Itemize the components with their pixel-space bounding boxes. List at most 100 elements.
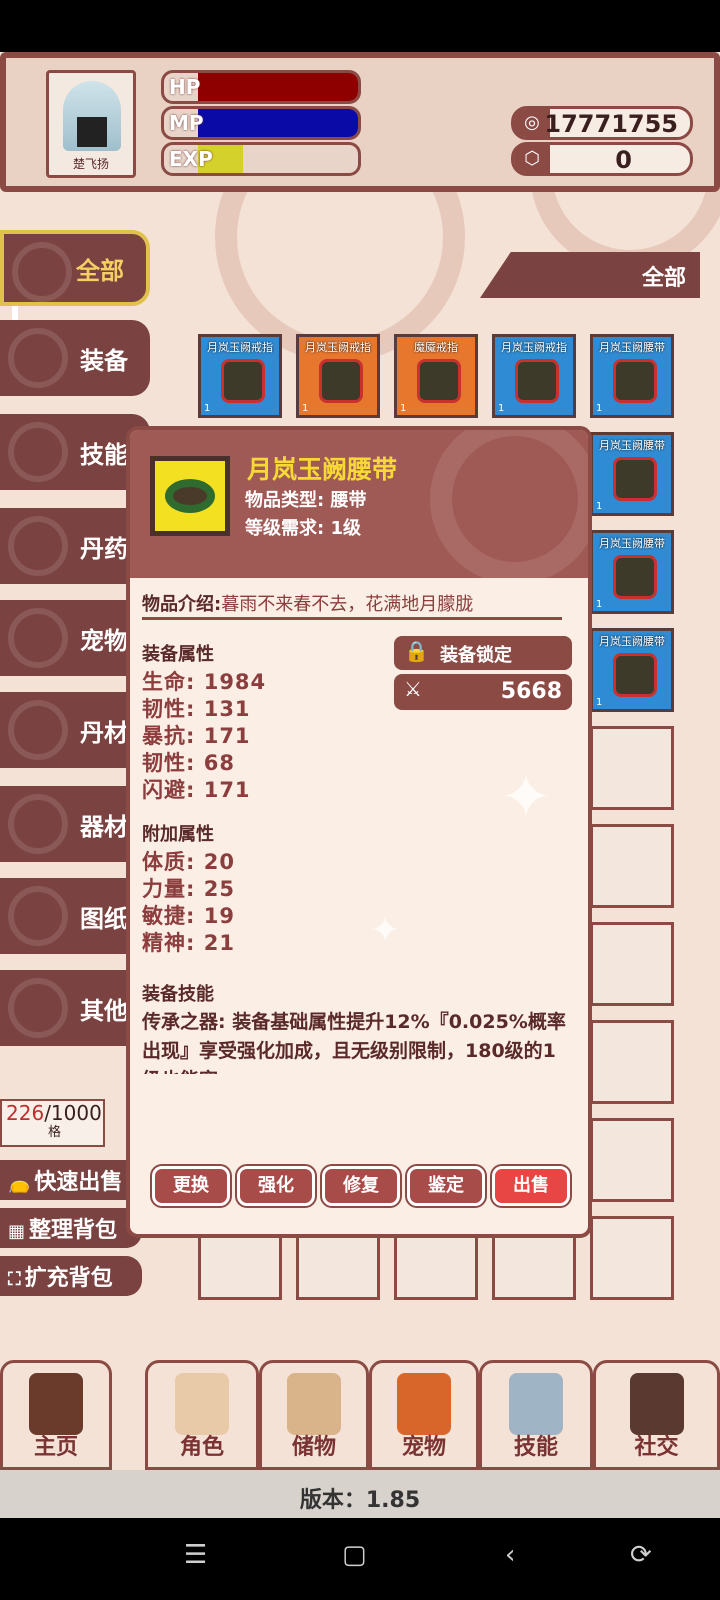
bottom-navigation: 主页 角色 储物 宠物 技能 社交	[0, 1360, 720, 1470]
mp-bar: MP	[161, 106, 361, 140]
game-screen: 楚飞扬 HP MP EXP ◎ 17771755 ⬡ 0 全部 装备 技能 丹药…	[0, 52, 720, 1518]
header-emblem	[430, 430, 588, 584]
nav-skills[interactable]: 技能	[479, 1360, 593, 1470]
rotate-icon[interactable]: ⟳	[630, 1540, 652, 1570]
expand-bag-button[interactable]: ⛶ 扩充背包	[0, 1256, 142, 1296]
inventory-slot[interactable]: 月岚玉阙腰带 1	[590, 334, 674, 418]
level-requirement: 等级需求: 1级	[245, 518, 361, 539]
belt-icon	[613, 359, 657, 403]
handshake-icon	[629, 1373, 684, 1435]
item-name: 月岚玉阙戒指	[501, 341, 567, 354]
mp-fill	[198, 109, 358, 137]
inventory-slot[interactable]: 月岚玉阙腰带 1	[590, 432, 674, 516]
item-intro: 物品介绍:暮雨不来春不去，花满地月朦胧	[142, 590, 562, 620]
equip-attr: 韧性: 68	[142, 751, 235, 775]
equipment-lock-button[interactable]: 🔒 装备锁定	[394, 636, 572, 670]
replace-button[interactable]: 更换	[152, 1166, 230, 1206]
nav-home[interactable]: 主页	[0, 1360, 112, 1470]
gem-icon: ⬡	[514, 145, 550, 173]
dialog-header: 月岚玉阙腰带 物品类型: 腰带 等级需求: 1级	[130, 430, 588, 584]
player-header: 楚飞扬 HP MP EXP ◎ 17771755 ⬡ 0	[0, 52, 720, 192]
item-count: 1	[400, 403, 407, 414]
item-name: 月岚玉阙腰带	[599, 635, 665, 648]
empty-slot[interactable]	[590, 1020, 674, 1104]
item-name: 月岚玉阙腰带	[599, 439, 665, 452]
intro-label: 物品介绍:	[142, 594, 222, 615]
inventory-slot[interactable]: 月岚玉阙戒指 1	[492, 334, 576, 418]
lock-label: 装备锁定	[440, 645, 512, 666]
expand-icon: ⛶	[8, 1269, 21, 1290]
nav-storage[interactable]: 储物	[259, 1360, 369, 1470]
inventory-slot[interactable]: 月岚玉阙腰带 1	[590, 530, 674, 614]
exp-bar: EXP	[161, 142, 361, 176]
extra-attr: 力量: 25	[142, 877, 235, 901]
item-type: 物品类型: 腰带	[245, 490, 367, 511]
tab-label: 技能	[80, 440, 128, 469]
tab-label: 全部	[76, 256, 124, 285]
item-name: 月岚玉阙腰带	[599, 537, 665, 550]
empty-slot[interactable]	[590, 726, 674, 810]
belt-icon	[613, 653, 657, 697]
item-name: 月岚玉阙戒指	[207, 341, 273, 354]
ring-icon	[515, 359, 559, 403]
sort-bag-button[interactable]: ▦ 整理背包	[0, 1208, 142, 1248]
tab-label: 图纸	[80, 904, 128, 933]
avatar-image	[63, 81, 121, 151]
tab-all[interactable]: 全部	[0, 230, 150, 306]
tab-equipment[interactable]: 装备	[0, 320, 150, 396]
equip-skill-title: 装备技能	[142, 984, 214, 1005]
item-title: 月岚玉阙腰带	[247, 455, 398, 484]
inventory-slot[interactable]: 月岚玉阙戒指 1	[296, 334, 380, 418]
nav-label: 主页	[33, 1435, 78, 1460]
repair-button[interactable]: 修复	[322, 1166, 400, 1206]
nav-label: 宠物	[401, 1435, 446, 1460]
nav-character[interactable]: 角色	[145, 1360, 259, 1470]
inventory-slot[interactable]: 月岚玉阙戒指 1	[198, 334, 282, 418]
gold-display: ◎ 17771755	[511, 106, 693, 140]
nav-label: 储物	[291, 1435, 336, 1460]
combat-power: ⚔ 5668	[394, 674, 572, 710]
sparkle-icon: ✦	[370, 910, 401, 951]
nav-label: 社交	[634, 1435, 679, 1460]
mp-label: MP	[169, 111, 204, 135]
filter-dropdown[interactable]: 全部	[480, 252, 700, 298]
empty-slot[interactable]	[590, 1118, 674, 1202]
empty-slot[interactable]	[590, 1216, 674, 1300]
sell-button[interactable]: 出售	[492, 1166, 570, 1206]
quick-sell-button[interactable]: 👝 快速出售	[0, 1160, 142, 1200]
identify-button[interactable]: 鉴定	[407, 1166, 485, 1206]
menu-icon[interactable]: ☰	[184, 1540, 207, 1570]
tab-label: 丹药	[80, 534, 128, 563]
item-name: 月岚玉阙戒指	[305, 341, 371, 354]
inventory-slot[interactable]: 月岚玉阙腰带 1	[590, 628, 674, 712]
gem-display: ⬡ 0	[511, 142, 693, 176]
gem-value: 0	[615, 146, 632, 174]
back-icon[interactable]: ‹	[505, 1540, 515, 1570]
item-count: 1	[596, 403, 603, 414]
empty-slot[interactable]	[590, 922, 674, 1006]
hp-fill	[198, 73, 358, 101]
tab-label: 其他	[80, 996, 128, 1025]
power-value: 5668	[500, 679, 562, 704]
equip-attr: 生命: 1984	[142, 670, 267, 694]
home-square-icon[interactable]: ▢	[342, 1540, 367, 1570]
tab-label: 丹材	[80, 718, 128, 747]
character-icon	[175, 1373, 229, 1435]
nav-label: 技能	[513, 1435, 558, 1460]
item-detail-dialog: 月岚玉阙腰带 物品类型: 腰带 等级需求: 1级 物品介绍:暮雨不来春不去，花满…	[126, 426, 592, 1238]
avatar[interactable]: 楚飞扬	[46, 70, 136, 178]
nav-label: 角色	[179, 1435, 224, 1460]
inventory-slot[interactable]: 魔魇戒指 1	[394, 334, 478, 418]
equip-attr-title: 装备属性	[142, 644, 214, 665]
item-name: 魔魇戒指	[414, 341, 458, 354]
enhance-button[interactable]: 强化	[237, 1166, 315, 1206]
extra-attr: 体质: 20	[142, 850, 235, 874]
empty-slot[interactable]	[590, 824, 674, 908]
expand-bag-label: 扩充背包	[24, 1266, 113, 1291]
item-count: 1	[302, 403, 309, 414]
item-count: 1	[204, 403, 211, 414]
nav-social[interactable]: 社交	[593, 1360, 720, 1470]
grid-icon: ▦	[8, 1221, 26, 1242]
item-count: 1	[596, 599, 603, 610]
nav-pets[interactable]: 宠物	[369, 1360, 479, 1470]
